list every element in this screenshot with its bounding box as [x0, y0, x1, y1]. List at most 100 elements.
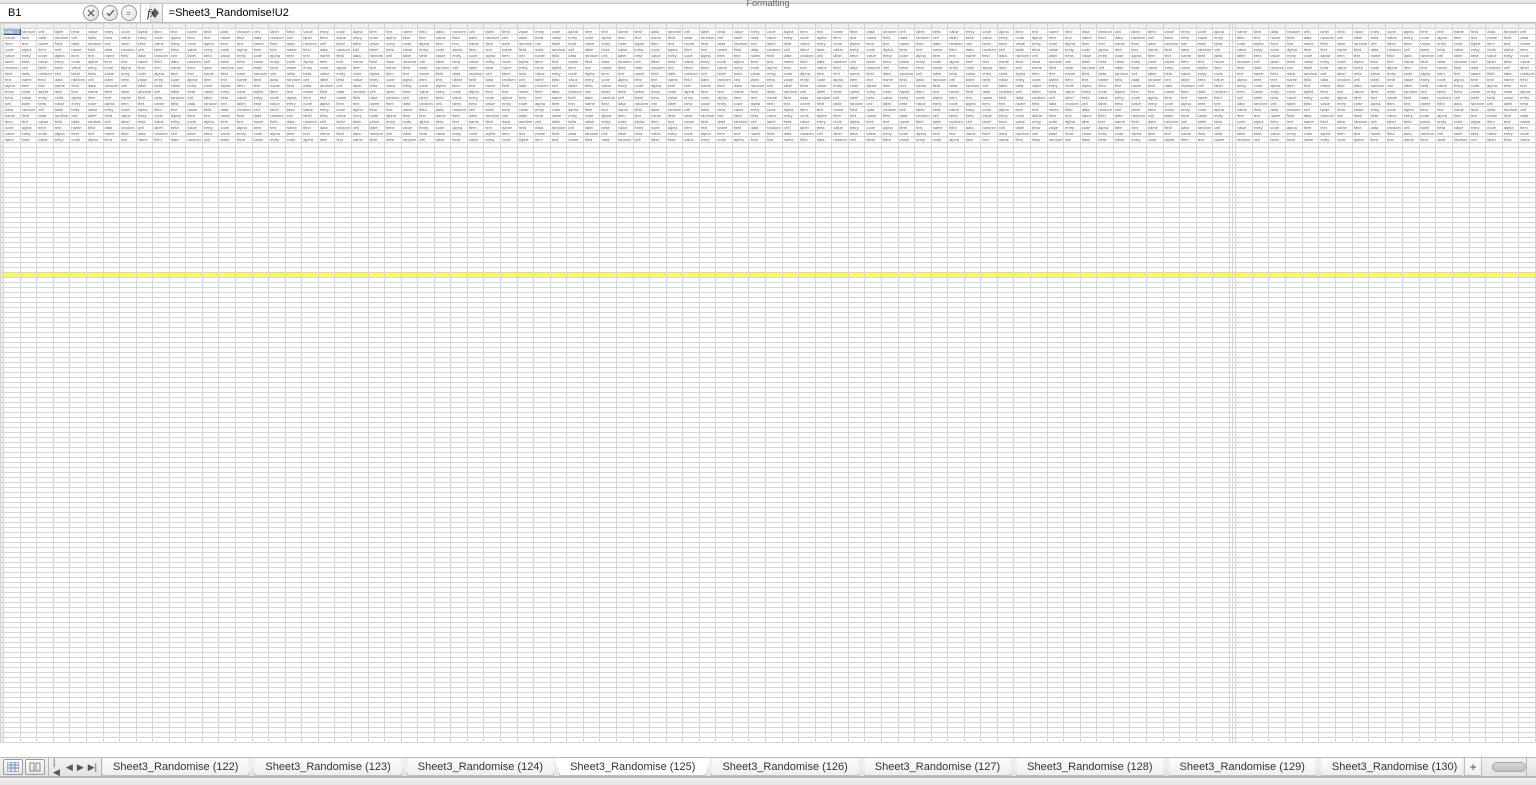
- grid-cell[interactable]: random: [650, 65, 667, 71]
- grid-cell[interactable]: random: [1252, 101, 1269, 107]
- grid-cell[interactable]: random: [517, 41, 534, 47]
- grid-cell[interactable]: random: [1196, 47, 1213, 53]
- grid-cell[interactable]: random: [368, 53, 385, 59]
- grid-cell[interactable]: random: [898, 71, 915, 77]
- grid-cell[interactable]: random: [633, 101, 650, 107]
- grid-cell[interactable]: random: [782, 89, 799, 95]
- grid-cell[interactable]: random: [86, 41, 103, 47]
- grid-cell[interactable]: random: [335, 125, 352, 131]
- grid-cell[interactable]: random: [401, 59, 418, 65]
- grid-cell[interactable]: random: [699, 35, 716, 41]
- grid-cell[interactable]: random: [269, 113, 286, 119]
- grid-cell[interactable]: random: [1402, 89, 1419, 95]
- grid-cell[interactable]: random: [1519, 71, 1536, 77]
- grid-cell[interactable]: random: [451, 29, 468, 35]
- grid-cell[interactable]: random: [832, 59, 849, 65]
- grid-cell[interactable]: random: [1113, 71, 1130, 77]
- grid-cell[interactable]: random: [4, 65, 21, 71]
- grid-cell[interactable]: random: [103, 83, 120, 89]
- grid-cell[interactable]: random: [600, 95, 617, 101]
- grid-cell[interactable]: random: [1352, 41, 1369, 47]
- grid-cell[interactable]: random: [1235, 137, 1252, 143]
- grid-cell[interactable]: random: [1386, 125, 1403, 131]
- grid-cell[interactable]: random: [202, 101, 219, 107]
- grid-cell[interactable]: random: [186, 137, 203, 143]
- grid-cell[interactable]: random: [252, 71, 269, 77]
- grid-cell[interactable]: random: [583, 131, 600, 137]
- grid-cell[interactable]: random: [832, 137, 849, 143]
- grid-cell[interactable]: random: [236, 107, 253, 113]
- grid-cell[interactable]: random: [434, 65, 451, 71]
- grid-cell[interactable]: random: [1163, 119, 1180, 125]
- grid-cell[interactable]: random: [501, 77, 518, 83]
- grid-cell[interactable]: random: [766, 47, 783, 53]
- grid-cell[interactable]: random: [302, 41, 319, 47]
- grid-cell[interactable]: random: [567, 89, 584, 95]
- grid-cell[interactable]: random: [418, 101, 435, 107]
- grid-cell[interactable]: random: [1130, 35, 1147, 41]
- grid-cell[interactable]: random: [583, 53, 600, 59]
- grid-cell[interactable]: random: [484, 113, 501, 119]
- grid-cell[interactable]: random: [1436, 95, 1453, 101]
- grid-cell[interactable]: random: [86, 119, 103, 125]
- grid-cell[interactable]: random: [1452, 59, 1469, 65]
- grid-cell[interactable]: random: [666, 29, 683, 35]
- grid-cell[interactable]: random: [799, 131, 816, 137]
- grid-cell[interactable]: random: [1014, 131, 1031, 137]
- grid-cell[interactable]: random: [1452, 137, 1469, 143]
- grid-cell[interactable]: random: [20, 29, 37, 35]
- grid-cell[interactable]: random: [948, 41, 965, 47]
- grid-cell[interactable]: random: [1163, 41, 1180, 47]
- grid-cell[interactable]: random: [699, 113, 716, 119]
- grid-cell[interactable]: random: [1097, 29, 1114, 35]
- grid-cell[interactable]: random: [1386, 47, 1403, 53]
- grid-cell[interactable]: random: [1286, 107, 1303, 113]
- grid-cell[interactable]: random: [120, 125, 137, 131]
- grid-cell[interactable]: random: [136, 89, 153, 95]
- grid-cell[interactable]: random: [981, 47, 998, 53]
- grid-cell[interactable]: random: [236, 29, 253, 35]
- grid-cell[interactable]: random: [1419, 131, 1436, 137]
- grid-cell[interactable]: random: [186, 59, 203, 65]
- grid-cell[interactable]: random: [1319, 113, 1336, 119]
- grid-cell[interactable]: random: [766, 125, 783, 131]
- formula-builder-icon[interactable]: =: [121, 5, 137, 21]
- grid-cell[interactable]: random: [732, 119, 749, 125]
- grid-cell[interactable]: random: [666, 107, 683, 113]
- grid-cell[interactable]: random: [385, 95, 402, 101]
- grid-cell[interactable]: random: [616, 59, 633, 65]
- grid-cell[interactable]: random: [1319, 35, 1336, 41]
- grid-cell[interactable]: random: [53, 113, 70, 119]
- grid-cell[interactable]: random: [1047, 137, 1064, 143]
- grid-cell[interactable]: random: [981, 125, 998, 131]
- grid-cell[interactable]: random: [881, 29, 898, 35]
- grid-cell[interactable]: random: [1213, 89, 1230, 95]
- grid-cell[interactable]: random: [285, 77, 302, 83]
- grid-cell[interactable]: random: [848, 101, 865, 107]
- grid-cell[interactable]: random: [1502, 29, 1519, 35]
- grid-cell[interactable]: random: [915, 113, 932, 119]
- accept-icon[interactable]: [102, 5, 118, 21]
- grid-cell[interactable]: random: [1419, 53, 1436, 59]
- grid-cell[interactable]: random: [749, 83, 766, 89]
- grid-cell[interactable]: random: [1352, 119, 1369, 125]
- grid-cell[interactable]: random: [1064, 101, 1081, 107]
- grid-cell[interactable]: random: [368, 131, 385, 137]
- grid-cell[interactable]: random: [70, 77, 87, 83]
- grid-cell[interactable]: random: [732, 41, 749, 47]
- grid-cell[interactable]: random: [169, 95, 186, 101]
- grid-cell[interactable]: random: [915, 35, 932, 41]
- grid-cell[interactable]: random: [53, 35, 70, 41]
- grid-cell[interactable]: random: [716, 77, 733, 83]
- grid-cell[interactable]: random: [1014, 53, 1031, 59]
- grid-cell[interactable]: random: [865, 65, 882, 71]
- grid-cell[interactable]: random: [1080, 65, 1097, 71]
- grid-cell[interactable]: random: [1097, 107, 1114, 113]
- grid-cell[interactable]: random: [1502, 107, 1519, 113]
- grid-cell[interactable]: random: [269, 35, 286, 41]
- grid-cell[interactable]: random: [1336, 77, 1353, 83]
- grid-cell[interactable]: random: [815, 95, 832, 101]
- grid-cell[interactable]: random: [1196, 125, 1213, 131]
- grid-cell[interactable]: random: [219, 65, 236, 71]
- formula-input[interactable]: [163, 4, 1536, 22]
